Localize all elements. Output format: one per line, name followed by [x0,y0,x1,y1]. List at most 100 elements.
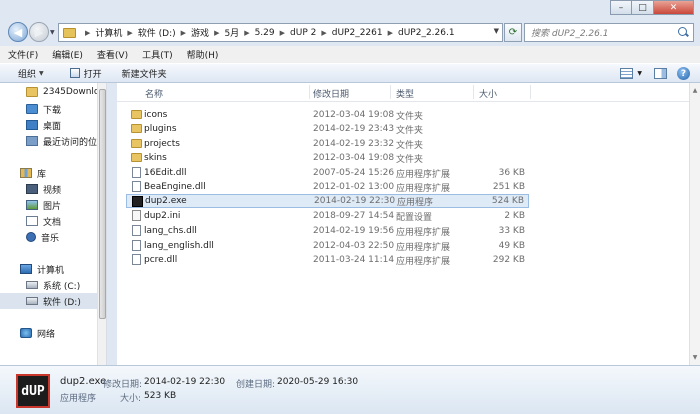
details-modified-value: 2014-02-19 22:30 [144,377,226,387]
nav-item-2345downloads[interactable]: 2345Downloads [0,84,105,100]
file-row-beaengine-dll[interactable]: BeaEngine.dll 2012-01-02 13:00 应用程序扩展 25… [126,180,529,194]
breadcrumb-item[interactable]: dUP 2 [290,28,316,38]
network-icon [20,328,32,338]
breadcrumb-item[interactable]: 计算机 [95,26,122,39]
chevron-right-icon[interactable]: ▶ [388,29,393,37]
address-bar[interactable]: ▶ 计算机 ▶ 软件 (D:) ▶ 游戏 ▶ 5月 ▶ 5.29 ▶ dUP 2 ▶ dUP2_2261… [58,23,503,42]
nav-item-drive-c[interactable]: 系统 (C:) [0,277,105,293]
file-list-scrollbar[interactable]: ▲ ▼ [689,83,700,365]
column-header-size[interactable]: 大小 [479,87,497,100]
file-size: 292 KB [492,255,525,265]
nav-label: 最近访问的位置 [43,137,105,148]
search-icon[interactable] [677,26,689,39]
nav-item-pictures[interactable]: 图片 [0,197,105,213]
nav-item-videos[interactable]: 视频 [0,181,105,197]
file-date: 2011-03-24 11:14 [313,255,395,265]
breadcrumb-item[interactable]: 游戏 [191,26,209,39]
file-date: 2014-02-19 23:43 [313,124,395,134]
ini-file-icon [132,210,141,221]
file-type: 文件夹 [396,140,424,151]
column-header-name[interactable]: 名称 [145,87,163,100]
back-button[interactable]: ◀ [8,22,28,42]
file-date: 2012-03-04 19:08 [313,153,395,163]
column-divider[interactable] [530,85,531,99]
file-type: 应用程序扩展 [396,169,451,180]
breadcrumb-item[interactable]: dUP2_2.26.1 [398,28,455,38]
scroll-up-icon[interactable]: ▲ [690,85,700,96]
file-row-lang-chs-dll[interactable]: lang_chs.dll 2014-02-19 19:56 应用程序扩展 33 … [126,224,529,238]
column-divider[interactable] [309,85,310,99]
column-divider[interactable] [473,85,474,99]
file-row-skins[interactable]: skins 2012-03-04 19:08 文件夹 [126,151,529,165]
address-dropdown-icon[interactable]: ▼ [494,27,499,35]
open-button[interactable]: 打开 [69,67,102,80]
library-icon [20,168,32,178]
chevron-right-icon[interactable]: ▶ [321,29,326,37]
column-header-type[interactable]: 类型 [396,87,414,100]
menu-tools[interactable]: 工具(T) [142,48,173,61]
menu-view[interactable]: 查看(V) [97,48,128,61]
nav-item-desktop[interactable]: 桌面 [0,117,105,133]
nav-item-documents[interactable]: 文档 [0,213,105,229]
help-icon[interactable]: ? [677,67,690,80]
nav-item-network[interactable]: 网络 [0,325,105,341]
nav-label: 音乐 [41,233,60,244]
dll-file-icon [132,225,141,236]
organize-button[interactable]: 组织 ▼ [18,67,44,80]
view-dropdown-icon[interactable]: ▼ [637,70,642,77]
file-row-16edit-dll[interactable]: 16Edit.dll 2007-05-24 15:26 应用程序扩展 36 KB [126,166,529,180]
breadcrumb-item[interactable]: 软件 (D:) [138,26,176,39]
chevron-right-icon[interactable]: ▶ [280,29,285,37]
nav-item-downloads[interactable]: 下载 [0,101,105,117]
close-button[interactable]: ✕ [654,0,694,15]
file-size: 251 KB [492,182,525,192]
file-row-icons[interactable]: icons 2012-03-04 19:08 文件夹 [126,108,529,122]
column-header-date[interactable]: 修改日期 [313,87,349,100]
file-name: pcre.dll [144,255,178,265]
file-name: 16Edit.dll [144,168,187,178]
nav-item-computer[interactable]: 计算机 [0,261,105,277]
preview-pane-icon[interactable] [654,68,667,79]
nav-item-drive-d[interactable]: 软件 (D:) [0,293,105,309]
column-divider[interactable] [390,85,391,99]
chevron-right-icon[interactable]: ▶ [244,29,249,37]
chevron-right-icon[interactable]: ▶ [214,29,219,37]
minimize-button[interactable]: – [610,0,632,15]
nav-item-recent-places[interactable]: 最近访问的位置 [0,133,105,149]
file-type: 应用程序扩展 [396,256,451,267]
menu-bar: 文件(F) 编辑(E) 查看(V) 工具(T) 帮助(H) [0,46,700,63]
maximize-button[interactable]: □ [632,0,654,15]
file-row-pcre-dll[interactable]: pcre.dll 2011-03-24 11:14 应用程序扩展 292 KB [126,253,529,267]
search-input[interactable]: 搜索 dUP2_2.26.1 [524,23,694,42]
refresh-button[interactable]: ⟳ [504,23,522,42]
forward-button[interactable]: ▶ [29,22,49,42]
file-row-plugins[interactable]: plugins 2014-02-19 23:43 文件夹 [126,122,529,136]
change-view-icon[interactable] [620,68,634,79]
chevron-right-icon[interactable]: ▶ [127,29,132,37]
details-size-value: 523 KB [144,391,177,401]
nav-item-libraries[interactable]: 库 [0,165,105,181]
file-name: dup2.exe [145,196,187,206]
nav-item-music[interactable]: 音乐 [0,229,105,245]
breadcrumb-item[interactable]: 5月 [224,26,239,39]
new-folder-button[interactable]: 新建文件夹 [122,67,167,80]
file-row-dup2-ini[interactable]: dup2.ini 2018-09-27 14:54 配置设置 2 KB [126,209,529,223]
chevron-right-icon[interactable]: ▶ [85,29,90,37]
chevron-right-icon[interactable]: ▶ [181,29,186,37]
file-row-lang-english-dll[interactable]: lang_english.dll 2012-04-03 22:50 应用程序扩展… [126,239,529,253]
file-row-projects[interactable]: projects 2014-02-19 23:32 文件夹 [126,137,529,151]
menu-edit[interactable]: 编辑(E) [52,48,83,61]
breadcrumb-item[interactable]: 5.29 [255,28,275,38]
computer-icon [20,264,32,274]
explorer-window: – □ ✕ ◀ ▶ ▼ ▶ 计算机 ▶ 软件 (D:) ▶ 游戏 ▶ 5月 ▶ 5.29 ▶ dUP… [0,0,700,414]
scroll-down-icon[interactable]: ▼ [690,352,700,363]
history-dropdown-icon[interactable]: ▼ [50,29,55,36]
nav-scroll-thumb[interactable] [99,89,106,319]
nav-scrollbar[interactable] [97,83,106,365]
nav-label: 下载 [43,105,62,116]
menu-help[interactable]: 帮助(H) [187,48,219,61]
file-row-dup2-exe[interactable]: dup2.exe 2014-02-19 22:30 应用程序 524 KB [126,194,529,208]
breadcrumb-item[interactable]: dUP2_2261 [332,28,383,38]
menu-file[interactable]: 文件(F) [8,48,38,61]
details-pane: dUP dup2.exe 修改日期: 2014-02-19 22:30 创建日期… [0,365,700,414]
